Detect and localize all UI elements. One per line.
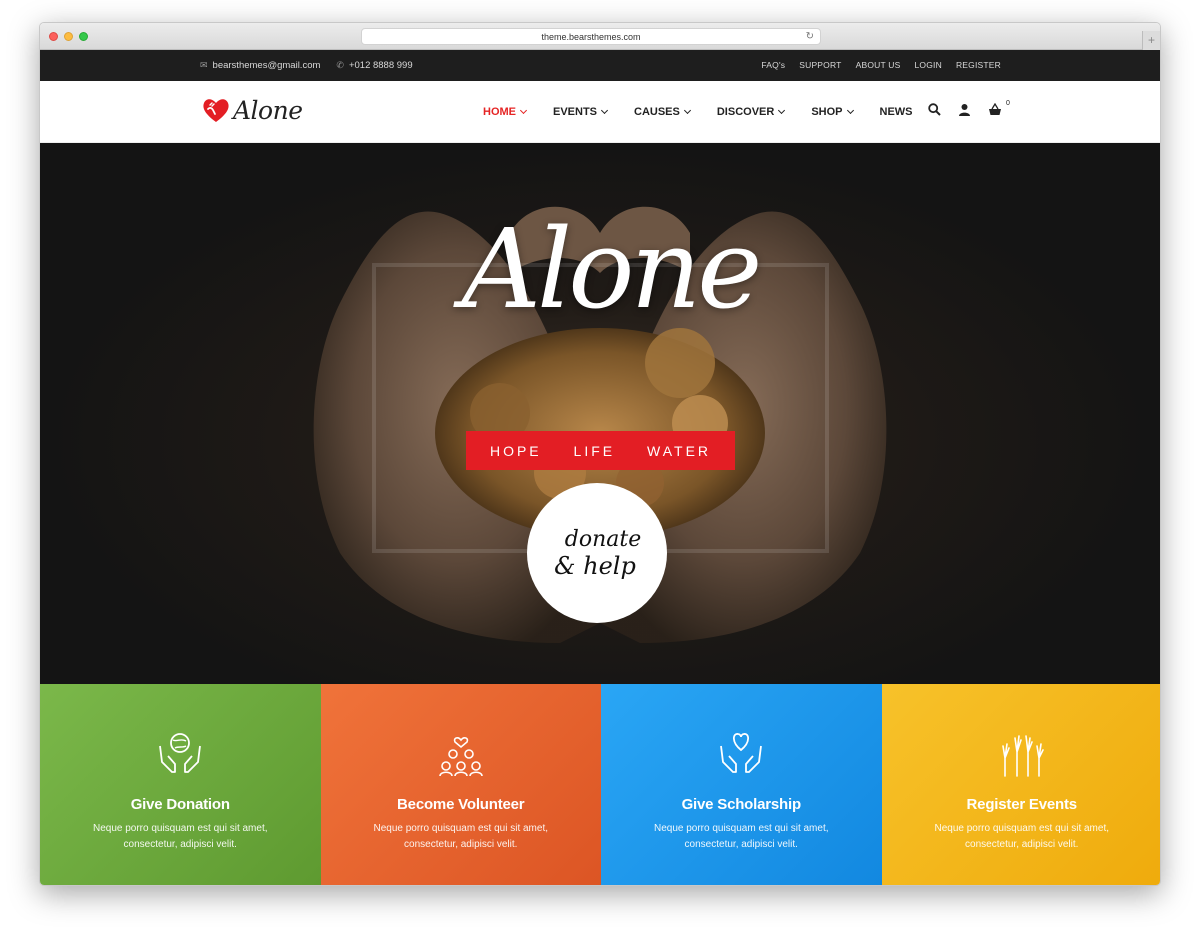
nav-item-causes[interactable]: CAUSES xyxy=(634,106,691,118)
volunteer-group-icon xyxy=(438,737,483,777)
top-link-login[interactable]: LOGIN xyxy=(914,50,941,81)
url-text: theme.bearsthemes.com xyxy=(541,32,641,42)
features-row: Give Donation Neque porro quisquam est q… xyxy=(40,684,1160,885)
heart-hands-icon xyxy=(720,733,763,773)
help-text: & help xyxy=(554,551,636,580)
feature-title: Give Scholarship xyxy=(681,796,802,813)
cart-count-badge: 0 xyxy=(1006,100,1010,107)
email-contact[interactable]: ✉ bearsthemes@gmail.com xyxy=(200,50,320,81)
donate-text: donate xyxy=(564,526,642,552)
zoom-window-button[interactable] xyxy=(79,32,88,41)
hero-script-title: Alone xyxy=(461,205,763,333)
feature-register-events[interactable]: Register Events Neque porro quisquam est… xyxy=(881,684,1160,885)
nav-label: HOME xyxy=(483,106,516,118)
top-link-about-us[interactable]: ABOUT US xyxy=(856,50,901,81)
raised-hands-icon xyxy=(1001,735,1044,777)
email-text: bearsthemes@gmail.com xyxy=(212,60,321,71)
nav-item-home[interactable]: HOME xyxy=(483,106,528,118)
globe-hands-icon xyxy=(159,733,202,773)
search-icon[interactable] xyxy=(928,103,941,116)
phone-text: +012 8888 999 xyxy=(348,60,413,71)
feature-description: Neque porro quisquam est qui sit amet, c… xyxy=(653,823,829,850)
header-actions: 0 xyxy=(928,100,1010,116)
chevron-down-icon xyxy=(519,106,528,115)
feature-title: Register Events xyxy=(966,796,1078,813)
nav-item-discover[interactable]: DISCOVER xyxy=(716,106,786,118)
chevron-down-icon xyxy=(683,106,691,115)
feature-title: Become Volunteer xyxy=(397,796,525,813)
cart-icon[interactable] xyxy=(988,103,1002,116)
window-controls xyxy=(49,32,88,41)
site-logo[interactable]: Alone xyxy=(201,95,303,125)
tagline-word: HOPE xyxy=(489,442,542,459)
user-icon[interactable] xyxy=(958,103,971,116)
hero-banner: Alone HOPE LIFE WATER donate & help xyxy=(40,143,1160,684)
donate-help-button[interactable]: donate & help xyxy=(527,483,667,623)
chevron-down-icon xyxy=(778,106,786,115)
top-info-bar: ✉ bearsthemes@gmail.com ✆ +012 8888 999 FA… xyxy=(40,50,1160,81)
feature-give-donation[interactable]: Give Donation Neque porro quisquam est q… xyxy=(40,684,321,885)
top-link-faqs[interactable]: FAQ's xyxy=(761,50,785,81)
top-link-support[interactable]: SUPPORT xyxy=(799,50,841,81)
site-header: Alone HOME EVENTS CAUSES DISCOVER SHOP N… xyxy=(40,81,1160,143)
contact-info: ✉ bearsthemes@gmail.com ✆ +012 8888 999 xyxy=(200,50,413,81)
feature-description: Neque porro quisquam est qui sit amet, c… xyxy=(92,823,268,850)
feature-description: Neque porro quisquam est qui sit amet, c… xyxy=(373,823,549,850)
nav-label: NEWS xyxy=(879,106,913,118)
new-tab-button[interactable]: + xyxy=(1142,31,1160,50)
browser-window: theme.bearsthemes.com ↻ + ✉ bearsthemes@g… xyxy=(39,22,1161,886)
main-navigation: HOME EVENTS CAUSES DISCOVER SHOP NEWS xyxy=(483,81,940,143)
nav-label: SHOP xyxy=(811,106,843,118)
tagline-word: LIFE xyxy=(573,442,616,459)
top-links: FAQ's SUPPORT ABOUT US LOGIN REGISTER xyxy=(761,50,1001,81)
tagline-word: WATER xyxy=(647,442,712,459)
top-link-register[interactable]: REGISTER xyxy=(956,50,1001,81)
nav-label: CAUSES xyxy=(634,106,680,118)
envelope-icon: ✉ xyxy=(200,60,208,70)
hero-tagline: HOPE LIFE WATER xyxy=(466,431,735,470)
logo-text: Alone xyxy=(233,95,303,125)
browser-toolbar: theme.bearsthemes.com ↻ + xyxy=(40,23,1160,50)
nav-label: DISCOVER xyxy=(716,106,775,118)
minimize-window-button[interactable] xyxy=(64,32,73,41)
heart-hand-logo-icon xyxy=(203,99,229,122)
nav-label: EVENTS xyxy=(553,106,598,118)
nav-item-events[interactable]: EVENTS xyxy=(553,106,609,118)
phone-icon: ✆ xyxy=(336,60,344,70)
feature-become-volunteer[interactable]: Become Volunteer Neque porro quisquam es… xyxy=(320,684,601,885)
feature-description: Neque porro quisquam est qui sit amet, c… xyxy=(934,823,1110,850)
address-bar[interactable]: theme.bearsthemes.com ↻ xyxy=(361,28,821,45)
feature-give-scholarship[interactable]: Give Scholarship Neque porro quisquam es… xyxy=(601,684,882,885)
phone-contact[interactable]: ✆ +012 8888 999 xyxy=(336,50,412,81)
feature-title: Give Donation xyxy=(130,796,230,813)
nav-item-shop[interactable]: SHOP xyxy=(811,106,854,118)
reload-icon[interactable]: ↻ xyxy=(806,29,814,45)
close-window-button[interactable] xyxy=(49,32,58,41)
nav-item-news[interactable]: NEWS xyxy=(880,106,913,118)
chevron-down-icon xyxy=(600,106,609,115)
chevron-down-icon xyxy=(846,106,854,115)
